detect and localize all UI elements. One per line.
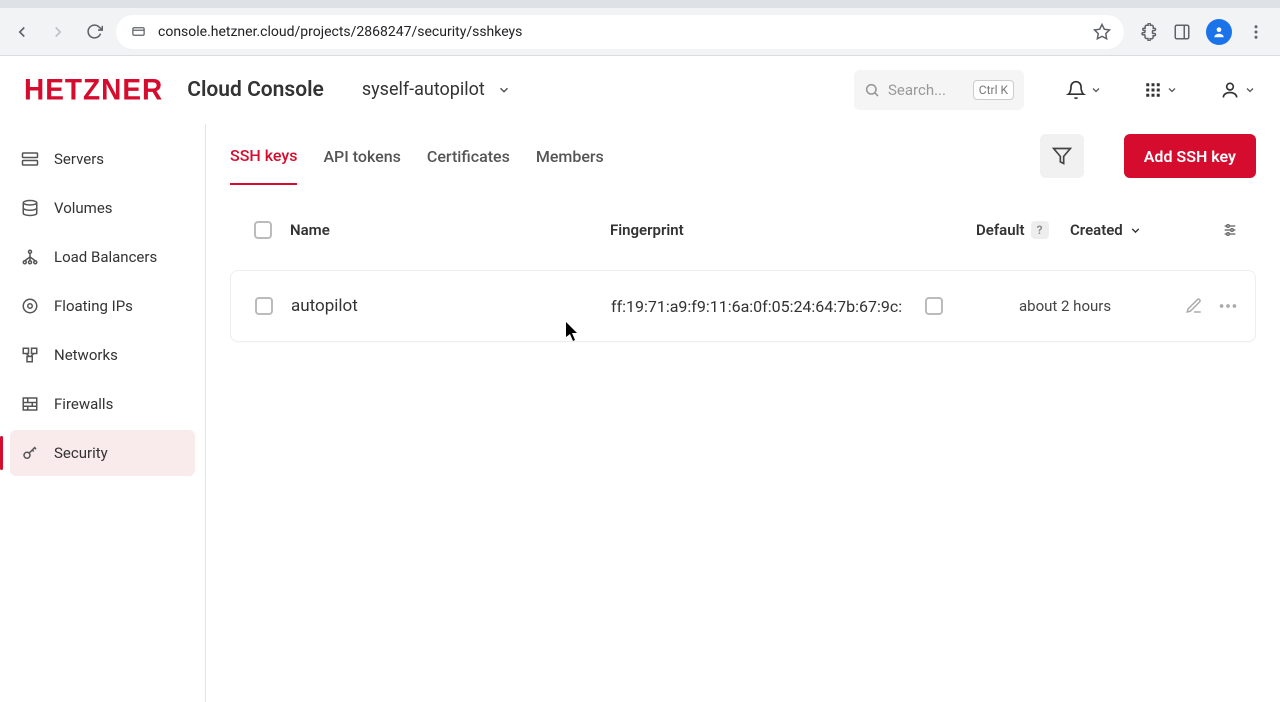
- main-content: SSH keys API tokens Certificates Members…: [206, 124, 1280, 702]
- browser-toolbar: console.hetzner.cloud/projects/2868247/s…: [0, 8, 1280, 56]
- table-row[interactable]: autopilot ff:19:71:a9:f9:11:6a:0f:05:24:…: [230, 270, 1256, 342]
- dots-horizontal-icon: [1217, 295, 1239, 317]
- side-panel-icon[interactable]: [1172, 22, 1192, 42]
- project-picker[interactable]: syself-autopilot: [358, 73, 515, 106]
- browser-url-bar[interactable]: console.hetzner.cloud/projects/2868247/s…: [116, 15, 1124, 49]
- network-icon: [20, 345, 40, 365]
- server-icon: [20, 149, 40, 169]
- row-checkbox[interactable]: [255, 297, 273, 315]
- browser-tab-strip: [0, 0, 1280, 8]
- sidebar-item-volumes[interactable]: Volumes: [10, 185, 195, 231]
- row-fingerprint: ff:19:71:a9:f9:11:6a:0f:05:24:64:7b:67:9…: [611, 297, 925, 316]
- more-actions-button[interactable]: [1217, 295, 1239, 317]
- row-created: about 2 hours: [1019, 297, 1159, 315]
- search-input[interactable]: Search... Ctrl K: [854, 70, 1024, 110]
- browser-forward-button[interactable]: [44, 18, 72, 46]
- sidebar-item-load-balancers[interactable]: Load Balancers: [10, 234, 195, 280]
- project-name: syself-autopilot: [362, 79, 485, 100]
- ssh-keys-table: Name Fingerprint Default ? Created autop…: [230, 208, 1256, 342]
- sidebar-item-label: Volumes: [54, 199, 113, 217]
- site-info-icon[interactable]: [128, 22, 148, 42]
- bell-icon: [1066, 80, 1086, 100]
- chevron-down-icon: [1090, 84, 1102, 96]
- hetzner-logo[interactable]: HETZNER: [24, 73, 163, 107]
- column-default[interactable]: Default ?: [976, 221, 1070, 239]
- key-icon: [20, 443, 40, 463]
- chevron-down-icon: [1166, 84, 1178, 96]
- browser-back-button[interactable]: [8, 18, 36, 46]
- browser-menu-icon[interactable]: [1246, 22, 1266, 42]
- firewall-icon: [20, 394, 40, 414]
- table-header: Name Fingerprint Default ? Created: [230, 208, 1256, 252]
- sidebar-item-label: Networks: [54, 346, 118, 364]
- sidebar-item-label: Servers: [54, 150, 104, 168]
- browser-profile-avatar[interactable]: [1206, 19, 1232, 45]
- chevron-down-icon: [1129, 224, 1142, 237]
- sidebar-item-security[interactable]: Security: [10, 430, 195, 476]
- user-icon: [1220, 80, 1240, 100]
- edit-button[interactable]: [1185, 297, 1203, 315]
- extensions-icon[interactable]: [1138, 22, 1158, 42]
- pencil-icon: [1185, 297, 1203, 315]
- chevron-down-icon: [497, 83, 511, 97]
- tab-ssh-keys[interactable]: SSH keys: [230, 128, 297, 185]
- add-ssh-key-button[interactable]: Add SSH key: [1124, 134, 1256, 178]
- bookmark-star-icon[interactable]: [1092, 22, 1112, 42]
- column-name[interactable]: Name: [290, 221, 610, 239]
- load-balancer-icon: [20, 247, 40, 267]
- filter-icon: [1052, 146, 1072, 166]
- search-shortcut: Ctrl K: [973, 80, 1014, 100]
- floating-ip-icon: [20, 296, 40, 316]
- app-header: HETZNER Cloud Console syself-autopilot S…: [0, 56, 1280, 124]
- sliders-icon: [1222, 222, 1238, 238]
- notifications-menu[interactable]: [1066, 80, 1102, 100]
- database-icon: [20, 198, 40, 218]
- sidebar-item-firewalls[interactable]: Firewalls: [10, 381, 195, 427]
- sidebar: Servers Volumes Load Balancers Floating …: [0, 124, 206, 702]
- sidebar-item-networks[interactable]: Networks: [10, 332, 195, 378]
- tab-members[interactable]: Members: [536, 129, 604, 184]
- row-name: autopilot: [291, 296, 611, 316]
- select-all-checkbox[interactable]: [254, 221, 272, 239]
- sidebar-item-label: Security: [54, 444, 108, 462]
- column-fingerprint[interactable]: Fingerprint: [610, 221, 976, 239]
- tab-api-tokens[interactable]: API tokens: [323, 129, 400, 184]
- apps-menu[interactable]: [1144, 81, 1178, 99]
- sidebar-item-servers[interactable]: Servers: [10, 136, 195, 182]
- tab-certificates[interactable]: Certificates: [427, 129, 510, 184]
- sidebar-item-label: Floating IPs: [54, 297, 133, 315]
- row-default-checkbox[interactable]: [925, 297, 943, 315]
- tabs-row: SSH keys API tokens Certificates Members…: [230, 124, 1256, 188]
- filter-button[interactable]: [1040, 134, 1084, 178]
- column-created[interactable]: Created: [1070, 221, 1210, 239]
- console-title: Cloud Console: [187, 78, 324, 102]
- column-settings-button[interactable]: [1210, 222, 1250, 238]
- chevron-down-icon: [1244, 84, 1256, 96]
- search-icon: [864, 82, 880, 98]
- browser-actions: [1132, 19, 1272, 45]
- sidebar-item-label: Firewalls: [54, 395, 113, 413]
- browser-url-text: console.hetzner.cloud/projects/2868247/s…: [158, 24, 1082, 40]
- sidebar-item-floating-ips[interactable]: Floating IPs: [10, 283, 195, 329]
- sidebar-item-label: Load Balancers: [54, 248, 157, 266]
- browser-reload-button[interactable]: [80, 18, 108, 46]
- apps-grid-icon: [1144, 81, 1162, 99]
- user-menu[interactable]: [1220, 80, 1256, 100]
- search-placeholder: Search...: [888, 81, 965, 99]
- help-icon[interactable]: ?: [1031, 221, 1049, 239]
